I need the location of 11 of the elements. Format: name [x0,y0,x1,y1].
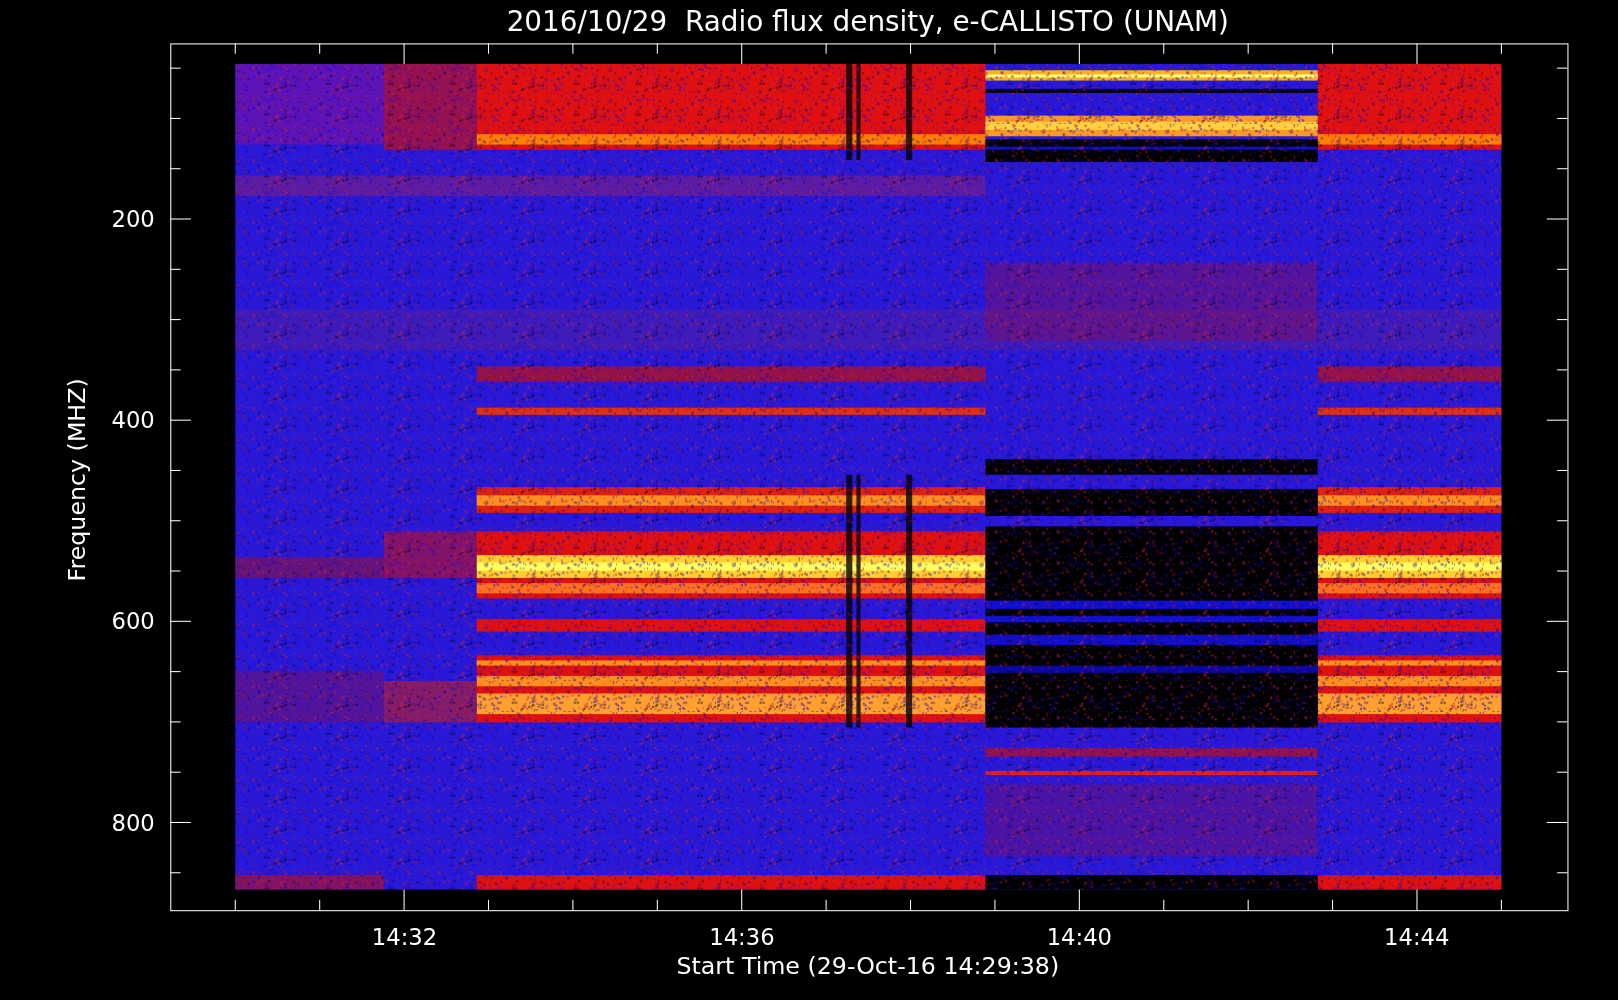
x-tick-label: 14:32 [371,924,438,951]
x-tick-label: 14:36 [709,924,775,951]
chart-title: 2016/10/29 Radio flux density, e-CALLISTO (UNAM) [506,5,1229,38]
y-tick-label: 600 [111,608,155,635]
y-tick-label: 200 [111,206,155,233]
y-tick-label: 400 [111,407,155,434]
y-axis-label: Frequency (MHZ) [62,378,91,582]
x-axis-label: Start Time (29-Oct-16 14:29:38) [676,952,1060,981]
x-tick-label: 14:44 [1384,924,1450,951]
y-tick-label: 800 [111,809,155,836]
x-tick-label: 14:40 [1046,924,1113,951]
